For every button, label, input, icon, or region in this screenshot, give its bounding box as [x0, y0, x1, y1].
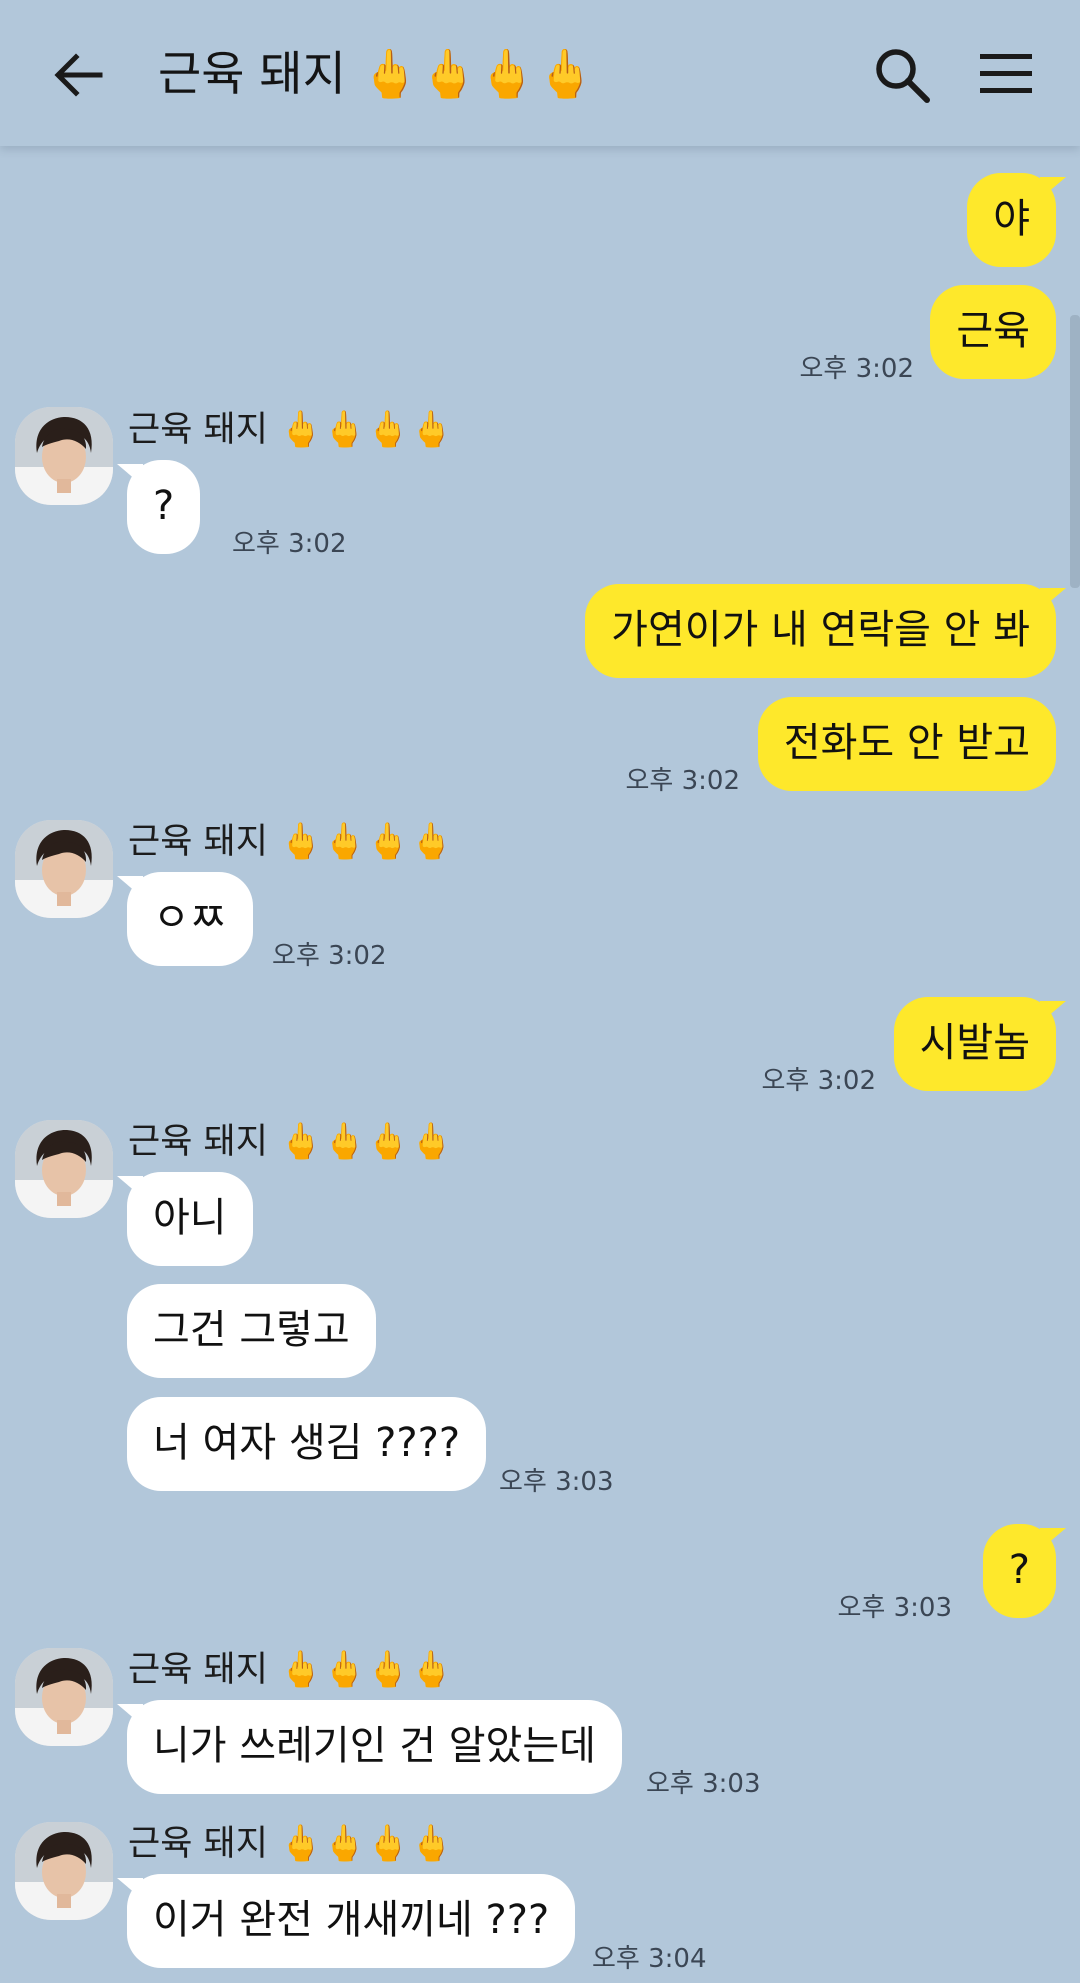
their-message-bubble[interactable]: 이거 완전 개새끼네 ??? [116, 1874, 576, 1968]
sender-name: 근육 돼지 🖕🖕🖕🖕 [128, 410, 454, 450]
message-text: 아니 [153, 1195, 227, 1241]
message-text: 그건 그렇고 [153, 1307, 350, 1353]
my-message-bubble[interactable]: 가연이가 내 연락을 안 봐 [585, 584, 1066, 678]
their-message-bubble[interactable]: 니가 쓰레기인 건 알았는데 [117, 1700, 622, 1794]
their-message-bubble[interactable]: ? [116, 460, 201, 554]
message-time: 오후 3:02 [799, 354, 915, 384]
my-message-bubble[interactable]: 야 [967, 173, 1066, 267]
their-message-bubble[interactable]: 그건 그렇고 [127, 1284, 376, 1378]
message-text: ㅇㅉ [153, 895, 227, 941]
chat-title: 근육 돼지 🖕🖕🖕🖕 [158, 47, 595, 102]
their-message-bubble[interactable]: 아니 [117, 1172, 253, 1266]
message-text: 야 [993, 196, 1030, 242]
message-text: 이거 완전 개새끼네 ??? [153, 1897, 550, 1943]
my-message-bubble[interactable]: 시발놈 [893, 997, 1067, 1091]
message-time: 오후 3:02 [232, 529, 347, 559]
avatar[interactable] [15, 820, 113, 918]
message-time: 오후 3:03 [499, 1467, 614, 1497]
their-message-bubble[interactable]: ㅇㅉ [117, 872, 253, 966]
avatar[interactable] [15, 1120, 113, 1218]
message-text: 가연이가 내 연락을 안 봐 [611, 607, 1030, 653]
message-time: 오후 3:04 [592, 1944, 707, 1974]
sender-name: 근육 돼지 🖕🖕🖕🖕 [128, 1650, 454, 1690]
profile-photo [15, 1822, 113, 1920]
profile-photo [15, 1120, 113, 1218]
avatar[interactable] [15, 1648, 113, 1746]
message-text: 근육 [956, 308, 1030, 354]
their-message-bubble[interactable]: 너 여자 생김 ???? [127, 1397, 487, 1491]
sender-name: 근육 돼지 🖕🖕🖕🖕 [128, 822, 454, 862]
message-text: 너 여자 생김 ???? [153, 1420, 461, 1466]
message-text: ? [1008, 1547, 1030, 1593]
hamburger-menu-icon[interactable] [980, 50, 1032, 98]
message-time: 오후 3:03 [646, 1769, 761, 1799]
message-text: 시발놈 [919, 1020, 1030, 1066]
message-time: 오후 3:02 [761, 1066, 877, 1096]
my-message-bubble[interactable]: 전화도 안 받고 [757, 697, 1056, 791]
profile-photo [15, 820, 113, 918]
avatar[interactable] [15, 1822, 113, 1920]
my-message-bubble[interactable]: ? [982, 1524, 1067, 1618]
message-text: ? [153, 483, 175, 529]
message-text: 니가 쓰레기인 건 알았는데 [153, 1723, 596, 1769]
search-icon[interactable] [873, 46, 931, 104]
avatar[interactable] [15, 407, 113, 505]
message-time: 오후 3:02 [272, 941, 387, 971]
sender-name: 근육 돼지 🖕🖕🖕🖕 [128, 1122, 454, 1162]
scrollbar[interactable] [1070, 315, 1080, 588]
message-text: 전화도 안 받고 [783, 720, 1030, 766]
message-time: 오후 3:03 [837, 1593, 953, 1623]
chat-header: 근육 돼지 🖕🖕🖕🖕 [0, 0, 1080, 146]
back-arrow-icon[interactable] [50, 47, 106, 103]
profile-photo [15, 1648, 113, 1746]
my-message-bubble[interactable]: 근육 [930, 285, 1056, 379]
profile-photo [15, 407, 113, 505]
sender-name: 근육 돼지 🖕🖕🖕🖕 [128, 1824, 454, 1864]
message-time: 오후 3:02 [625, 766, 741, 796]
